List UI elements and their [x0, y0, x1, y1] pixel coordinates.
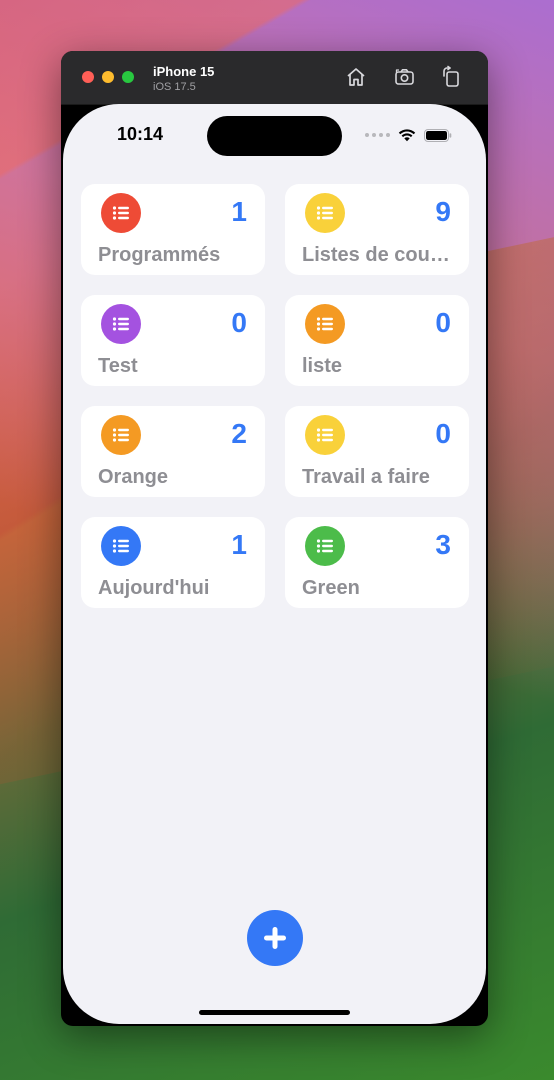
list-title: Orange — [98, 466, 169, 488]
list-count: 2 — [231, 418, 247, 449]
desktop-wallpaper: iPhone 15 iOS 17.5 10:14 1 Programmés 9 … — [0, 0, 554, 1080]
battery-icon — [424, 128, 452, 142]
list-count: 1 — [231, 196, 247, 227]
list-card[interactable]: 1 Aujourd'hui — [81, 517, 265, 608]
device-os-version: iOS 17.5 — [153, 81, 196, 93]
list-bullet-icon — [112, 206, 129, 220]
list-icon-badge — [101, 415, 141, 455]
list-icon-badge — [305, 526, 345, 566]
cellular-signal-icon — [365, 133, 390, 137]
minimize-window-button[interactable] — [102, 71, 114, 83]
plus-icon — [264, 927, 286, 949]
list-icon-badge — [101, 193, 141, 233]
list-bullet-icon — [112, 428, 129, 442]
camera-icon — [395, 69, 414, 85]
list-count: 9 — [435, 196, 451, 227]
screenshot-button[interactable] — [393, 65, 417, 89]
list-card[interactable]: 0 Test — [81, 295, 265, 386]
list-icon-badge — [305, 193, 345, 233]
home-icon — [347, 68, 365, 86]
list-title: Test — [98, 355, 138, 377]
device-name: iPhone 15 — [153, 64, 215, 79]
list-icon-badge — [101, 304, 141, 344]
dynamic-island — [207, 116, 342, 156]
list-card[interactable]: 9 Listes de courses — [285, 184, 469, 275]
list-title: Programmés — [98, 244, 221, 266]
simulator-window: iPhone 15 iOS 17.5 10:14 1 Programmés 9 … — [61, 51, 488, 1026]
list-icon-badge — [305, 304, 345, 344]
rotate-button[interactable] — [439, 65, 463, 89]
list-bullet-icon — [316, 428, 333, 442]
list-card[interactable]: 3 Green — [285, 517, 469, 608]
status-bar-indicators — [365, 127, 452, 143]
list-count: 0 — [435, 307, 451, 338]
list-count: 0 — [435, 418, 451, 449]
simulator-titlebar[interactable]: iPhone 15 iOS 17.5 — [61, 51, 488, 105]
list-card[interactable]: 0 Travail a faire — [285, 406, 469, 497]
home-indicator[interactable] — [199, 1010, 350, 1015]
add-list-button[interactable] — [247, 910, 303, 966]
list-bullet-icon — [112, 317, 129, 331]
list-bullet-icon — [316, 539, 333, 553]
list-count: 3 — [435, 529, 451, 560]
list-card[interactable]: 1 Programmés — [81, 184, 265, 275]
list-count: 0 — [231, 307, 247, 338]
list-title: Listes de courses — [302, 244, 455, 266]
list-icon-badge — [305, 415, 345, 455]
close-window-button[interactable] — [82, 71, 94, 83]
status-bar-time: 10:14 — [117, 124, 164, 144]
rotate-icon — [443, 65, 459, 87]
zoom-window-button[interactable] — [122, 71, 134, 83]
wifi-icon — [398, 129, 416, 142]
list-bullet-icon — [316, 317, 333, 331]
list-card[interactable]: 2 Orange — [81, 406, 265, 497]
list-bullet-icon — [316, 206, 333, 220]
list-title: Green — [302, 577, 360, 599]
list-count: 1 — [231, 529, 247, 560]
list-title: liste — [302, 355, 343, 377]
device-screen: 10:14 1 Programmés 9 Listes de courses 0… — [63, 104, 486, 1024]
lists-grid: 1 Programmés 9 Listes de courses 0 Test … — [81, 184, 469, 608]
list-bullet-icon — [112, 539, 129, 553]
list-title: Aujourd'hui — [98, 577, 210, 599]
list-title: Travail a faire — [302, 466, 430, 488]
list-card[interactable]: 0 liste — [285, 295, 469, 386]
home-button[interactable] — [344, 65, 368, 89]
list-icon-badge — [101, 526, 141, 566]
